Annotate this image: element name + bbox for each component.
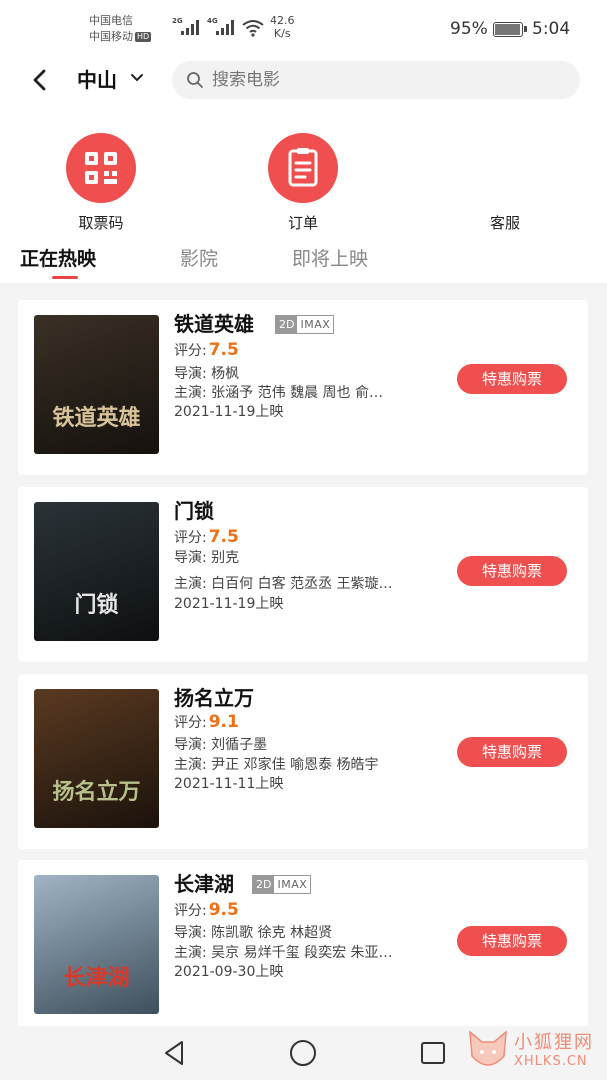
clock: 5:04 bbox=[532, 19, 571, 39]
movie-score: 7.5 bbox=[208, 527, 239, 547]
signal-bars-icon bbox=[181, 19, 201, 35]
movie-score: 9.1 bbox=[208, 712, 239, 732]
score-label: 评分: bbox=[174, 903, 207, 919]
movie-poster[interactable]: 长津湖 bbox=[34, 875, 159, 1014]
poster-title: 扬名立万 bbox=[52, 780, 141, 805]
wifi-icon bbox=[242, 20, 264, 37]
movie-title[interactable]: 铁道英雄 bbox=[174, 310, 254, 338]
movie-score: 7.5 bbox=[208, 340, 239, 360]
rating-row: 评分: 9.1 bbox=[174, 712, 239, 733]
speed-unit: K/s bbox=[273, 27, 291, 40]
network-speed: 42.6 K/s bbox=[270, 14, 295, 40]
chevron-down-icon[interactable] bbox=[129, 72, 145, 84]
status-bar: 中国电信 中国移动 HD 2G 4G 42.6 K/s 95% 5:04 bbox=[0, 0, 607, 50]
cast: 主演: 白百何 白客 范丞丞 王紫璇… bbox=[174, 576, 393, 592]
back-arrow-icon[interactable] bbox=[28, 66, 52, 94]
customer-service-label: 客服 bbox=[489, 214, 520, 232]
rating-row: 评分: 7.5 bbox=[174, 340, 239, 361]
movie-title[interactable]: 扬名立万 bbox=[174, 684, 254, 712]
format-2d: 2D bbox=[253, 876, 275, 893]
movie-card[interactable]: 铁道英雄 铁道英雄 2D IMAX 评分: 7.5 导演: 杨枫 主演: 张涵予 … bbox=[18, 300, 588, 475]
site-watermark: 小狐狸网 XHLKS.CN bbox=[466, 1024, 606, 1080]
rating-row: 评分: 9.5 bbox=[174, 900, 239, 921]
battery-percentage: 95% bbox=[450, 19, 488, 39]
movie-title[interactable]: 长津湖 bbox=[174, 870, 234, 898]
poster-title: 长津湖 bbox=[63, 966, 130, 991]
score-label: 评分: bbox=[174, 715, 207, 731]
watermark-name: 小狐狸网 bbox=[514, 1032, 594, 1053]
director: 导演: 别克 bbox=[174, 550, 240, 566]
search-placeholder: 搜索电影 bbox=[212, 70, 280, 90]
movie-card[interactable]: 长津湖 长津湖 2D IMAX 评分: 9.5 导演: 陈凯歌 徐克 林超贤 主演… bbox=[18, 860, 588, 1035]
movie-poster[interactable]: 门锁 bbox=[34, 502, 159, 641]
format-badge: 2D IMAX bbox=[275, 315, 335, 334]
tab-indicator bbox=[52, 276, 78, 279]
release-date: 2021-11-11上映 bbox=[174, 776, 284, 792]
buy-ticket-button[interactable]: 特惠购票 bbox=[457, 926, 567, 956]
carrier-info: 中国电信 中国移动 HD bbox=[89, 13, 152, 45]
director: 导演: 陈凯歌 徐克 林超贤 bbox=[174, 925, 333, 941]
fox-logo-icon bbox=[469, 1030, 507, 1066]
movie-card[interactable]: 门锁 门锁 评分: 7.5 导演: 别克 主演: 白百何 白客 范丞丞 王紫璇… … bbox=[18, 487, 588, 662]
format-imax: IMAX bbox=[300, 318, 331, 331]
poster-title: 门锁 bbox=[74, 593, 119, 618]
battery-level bbox=[495, 24, 520, 35]
carrier-2: 中国移动 bbox=[89, 30, 133, 43]
order-list-icon bbox=[268, 133, 338, 203]
cast: 主演: 吴京 易烊千玺 段奕宏 朱亚… bbox=[174, 945, 393, 961]
search-input[interactable]: 搜索电影 bbox=[172, 61, 580, 99]
nav-recents-icon[interactable] bbox=[418, 1038, 448, 1068]
movie-poster[interactable]: 铁道英雄 bbox=[34, 315, 159, 454]
speed-value: 42.6 bbox=[270, 14, 295, 27]
movie-card[interactable]: 扬名立万 扬名立万 评分: 9.1 导演: 刘循子墨 主演: 尹正 邓家佳 喻恩泰… bbox=[18, 674, 588, 849]
release-date: 2021-09-30上映 bbox=[174, 964, 284, 980]
city-selector[interactable]: 中山 bbox=[77, 66, 117, 94]
movie-poster[interactable]: 扬名立万 bbox=[34, 689, 159, 828]
nav-back-icon[interactable] bbox=[160, 1038, 190, 1068]
customer-service-icon bbox=[470, 133, 540, 203]
release-date: 2021-11-19上映 bbox=[174, 404, 284, 420]
nav-home-icon[interactable] bbox=[288, 1038, 318, 1068]
score-label: 评分: bbox=[174, 343, 207, 359]
orders-button[interactable]: 订单 bbox=[243, 133, 363, 233]
tab-cinemas[interactable]: 影院 bbox=[180, 246, 218, 272]
poster-title: 铁道英雄 bbox=[52, 406, 141, 431]
ticket-code-label: 取票码 bbox=[78, 214, 124, 232]
buy-ticket-button[interactable]: 特惠购票 bbox=[457, 556, 567, 586]
orders-label: 订单 bbox=[287, 214, 318, 232]
movie-score: 9.5 bbox=[208, 900, 239, 920]
buy-ticket-button[interactable]: 特惠购票 bbox=[457, 737, 567, 767]
customer-service-button[interactable]: 客服 bbox=[445, 133, 565, 233]
hd-badge: HD bbox=[135, 32, 152, 42]
rating-row: 评分: 7.5 bbox=[174, 527, 239, 548]
tab-coming-soon[interactable]: 即将上映 bbox=[292, 246, 368, 272]
score-label: 评分: bbox=[174, 530, 207, 546]
format-imax: IMAX bbox=[277, 878, 308, 891]
director: 导演: 刘循子墨 bbox=[174, 737, 268, 753]
format-2d: 2D bbox=[276, 316, 298, 333]
tab-now-showing[interactable]: 正在热映 bbox=[20, 246, 96, 272]
search-icon bbox=[187, 72, 203, 88]
cast: 主演: 张涵予 范伟 魏晨 周也 俞… bbox=[174, 385, 383, 401]
release-date: 2021-11-19上映 bbox=[174, 596, 284, 612]
ticket-code-button[interactable]: 取票码 bbox=[41, 133, 161, 233]
watermark-domain: XHLKS.CN bbox=[514, 1054, 588, 1069]
buy-ticket-button[interactable]: 特惠购票 bbox=[457, 364, 567, 394]
cast: 主演: 尹正 邓家佳 喻恩泰 杨皓宇 bbox=[174, 757, 379, 773]
format-badge: 2D IMAX bbox=[252, 875, 312, 894]
signal-bars-icon-2 bbox=[216, 19, 236, 35]
battery-icon bbox=[493, 22, 527, 37]
qr-code-icon bbox=[66, 133, 136, 203]
carrier-1: 中国电信 bbox=[89, 14, 133, 27]
movie-title[interactable]: 门锁 bbox=[174, 497, 214, 525]
director: 导演: 杨枫 bbox=[174, 366, 240, 382]
